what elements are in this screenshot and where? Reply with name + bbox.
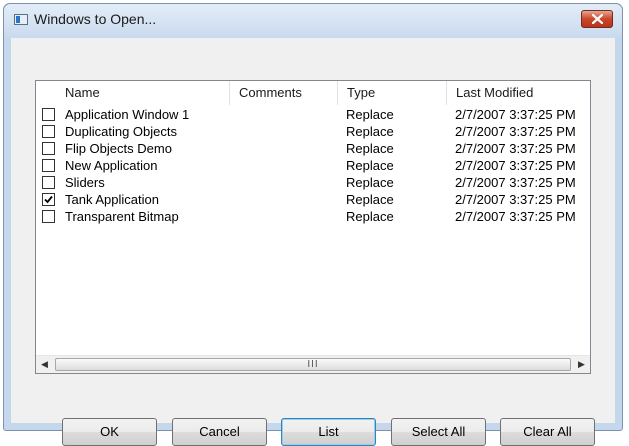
checkmark-icon	[44, 195, 53, 204]
column-header-name[interactable]: Name	[65, 81, 229, 105]
row-checkbox[interactable]	[42, 142, 55, 155]
cancel-button[interactable]: Cancel	[172, 418, 267, 446]
item-last-modified: 2/7/2007 3:37:25 PM	[455, 175, 576, 190]
item-type: Replace	[346, 124, 394, 139]
list-header: Name Comments Type Last Modified	[36, 81, 590, 105]
item-name: Sliders	[65, 175, 105, 190]
item-type: Replace	[346, 158, 394, 173]
item-name: Tank Application	[65, 192, 159, 207]
item-last-modified: 2/7/2007 3:37:25 PM	[455, 107, 576, 122]
list-item[interactable]: Application Window 1 Replace 2/7/2007 3:…	[36, 106, 590, 124]
horizontal-scrollbar[interactable]: ◀ III ▶	[36, 355, 590, 373]
item-name: Flip Objects Demo	[65, 141, 172, 156]
item-name: Duplicating Objects	[65, 124, 177, 139]
item-last-modified: 2/7/2007 3:37:25 PM	[455, 158, 576, 173]
scroll-right-arrow-icon[interactable]: ▶	[573, 356, 590, 373]
item-name: Application Window 1	[65, 107, 190, 122]
title-bar[interactable]: Windows to Open...	[4, 4, 622, 38]
item-last-modified: 2/7/2007 3:37:25 PM	[455, 124, 576, 139]
dialog-window: Windows to Open... Name Comments Type La…	[3, 3, 623, 446]
list-item[interactable]: Transparent Bitmap Replace 2/7/2007 3:37…	[36, 208, 590, 226]
row-checkbox-checked[interactable]	[42, 193, 55, 206]
scroll-left-arrow-icon[interactable]: ◀	[36, 356, 53, 373]
close-x-icon	[592, 14, 603, 24]
item-last-modified: 2/7/2007 3:37:25 PM	[455, 209, 576, 224]
list-item[interactable]: Duplicating Objects Replace 2/7/2007 3:3…	[36, 123, 590, 141]
item-type: Replace	[346, 209, 394, 224]
item-type: Replace	[346, 107, 394, 122]
clear-all-button[interactable]: Clear All	[500, 418, 595, 446]
window-icon	[14, 14, 28, 25]
list-item[interactable]: New Application Replace 2/7/2007 3:37:25…	[36, 157, 590, 175]
list-button[interactable]: List	[281, 418, 376, 446]
list-item[interactable]: Tank Application Replace 2/7/2007 3:37:2…	[36, 191, 590, 209]
item-type: Replace	[346, 192, 394, 207]
scroll-thumb[interactable]: III	[55, 358, 571, 371]
row-checkbox[interactable]	[42, 176, 55, 189]
list-item[interactable]: Flip Objects Demo Replace 2/7/2007 3:37:…	[36, 140, 590, 158]
row-checkbox[interactable]	[42, 125, 55, 138]
column-header-type[interactable]: Type	[337, 81, 446, 105]
item-name: Transparent Bitmap	[65, 209, 179, 224]
item-last-modified: 2/7/2007 3:37:25 PM	[455, 192, 576, 207]
dialog-body: Name Comments Type Last Modified Applica…	[11, 38, 615, 446]
scroll-grip: III	[307, 359, 319, 370]
windows-list[interactable]: Name Comments Type Last Modified Applica…	[35, 80, 591, 374]
column-header-comments[interactable]: Comments	[229, 81, 337, 105]
item-last-modified: 2/7/2007 3:37:25 PM	[455, 141, 576, 156]
ok-button[interactable]: OK	[62, 418, 157, 446]
item-type: Replace	[346, 141, 394, 156]
window-title: Windows to Open...	[34, 11, 157, 27]
item-type: Replace	[346, 175, 394, 190]
row-checkbox[interactable]	[42, 159, 55, 172]
close-button[interactable]	[581, 10, 613, 28]
list-item[interactable]: Sliders Replace 2/7/2007 3:37:25 PM	[36, 174, 590, 192]
item-name: New Application	[65, 158, 158, 173]
select-all-button[interactable]: Select All	[391, 418, 486, 446]
row-checkbox[interactable]	[42, 108, 55, 121]
column-header-last-modified[interactable]: Last Modified	[446, 81, 591, 105]
row-checkbox[interactable]	[42, 210, 55, 223]
